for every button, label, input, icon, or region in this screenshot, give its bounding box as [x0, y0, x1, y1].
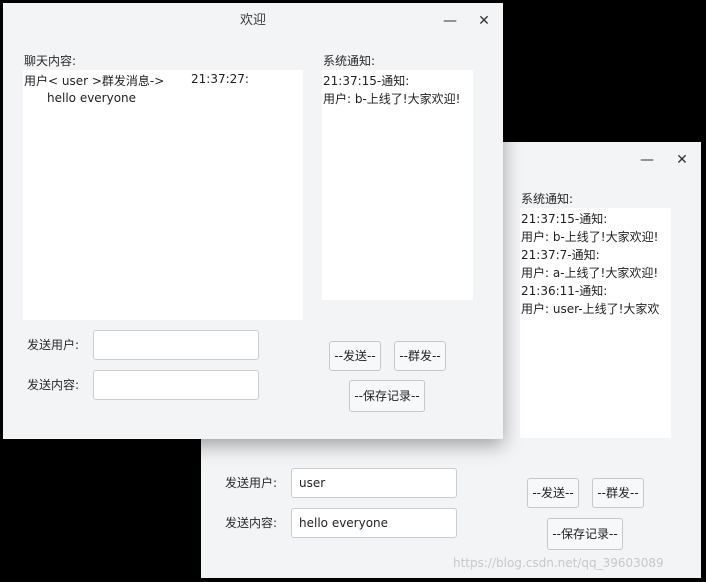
notice-line: 用户: user-上线了!大家欢	[521, 302, 660, 316]
welcome-window: 欢迎 — ✕ 聊天内容: 用户< user >群发消息-> 21:37:27: …	[3, 3, 503, 439]
system-notice-area[interactable]: 21:37:15-通知: 用户: b-上线了!大家欢迎! 21:37:7-通知:…	[520, 208, 671, 438]
window-title: 欢迎	[239, 13, 266, 28]
send-content-label: 发送内容:	[225, 516, 278, 530]
save-record-button[interactable]: --保存记录--	[547, 518, 623, 550]
notice-line: 用户: b-上线了!大家欢迎!	[521, 230, 659, 244]
chat-timestamp: 21:37:27:	[191, 72, 249, 86]
send-user-label: 发送用户:	[225, 476, 278, 490]
notice-line: 21:37:15-通知:	[323, 74, 410, 88]
send-user-label: 发送用户:	[27, 338, 80, 352]
system-notice-area[interactable]: 21:37:15-通知: 用户: b-上线了!大家欢迎!	[322, 70, 473, 300]
notice-line: 21:37:7-通知:	[521, 248, 600, 262]
notice-line: 用户: b-上线了!大家欢迎!	[323, 92, 461, 106]
notice-line: 21:36:11-通知:	[521, 284, 608, 298]
minimize-icon[interactable]: —	[637, 150, 657, 170]
notice-line: 用户: a-上线了!大家欢迎!	[521, 266, 659, 280]
chat-message: hello everyone	[47, 91, 137, 105]
close-icon[interactable]: ✕	[474, 11, 494, 31]
watermark-text: https://blog.csdn.net/qq_39603089	[453, 556, 664, 570]
notice-line: 21:37:15-通知:	[521, 212, 608, 226]
send-content-label: 发送内容:	[27, 378, 80, 392]
broadcast-button[interactable]: --群发--	[592, 478, 644, 508]
welcome-window-titlebar: 欢迎 — ✕	[3, 3, 503, 39]
chat-content-area[interactable]: 用户< user >群发消息-> 21:37:27: hello everyon…	[23, 70, 303, 320]
system-notice-label: 系统通知:	[323, 54, 376, 68]
send-user-input[interactable]	[93, 330, 259, 360]
close-icon[interactable]: ✕	[672, 150, 692, 170]
chat-content-label: 聊天内容:	[24, 54, 77, 68]
broadcast-button[interactable]: --群发--	[394, 341, 446, 371]
send-button[interactable]: --发送--	[329, 341, 381, 371]
send-content-input[interactable]: hello everyone	[291, 508, 457, 538]
save-record-button[interactable]: --保存记录--	[349, 380, 425, 412]
chat-line: 用户< user >群发消息->	[24, 74, 165, 88]
minimize-icon[interactable]: —	[440, 11, 460, 31]
send-user-input[interactable]: user	[291, 468, 457, 498]
send-button[interactable]: --发送--	[527, 478, 579, 508]
system-notice-label: 系统通知:	[521, 192, 574, 206]
send-content-input[interactable]	[93, 370, 259, 400]
